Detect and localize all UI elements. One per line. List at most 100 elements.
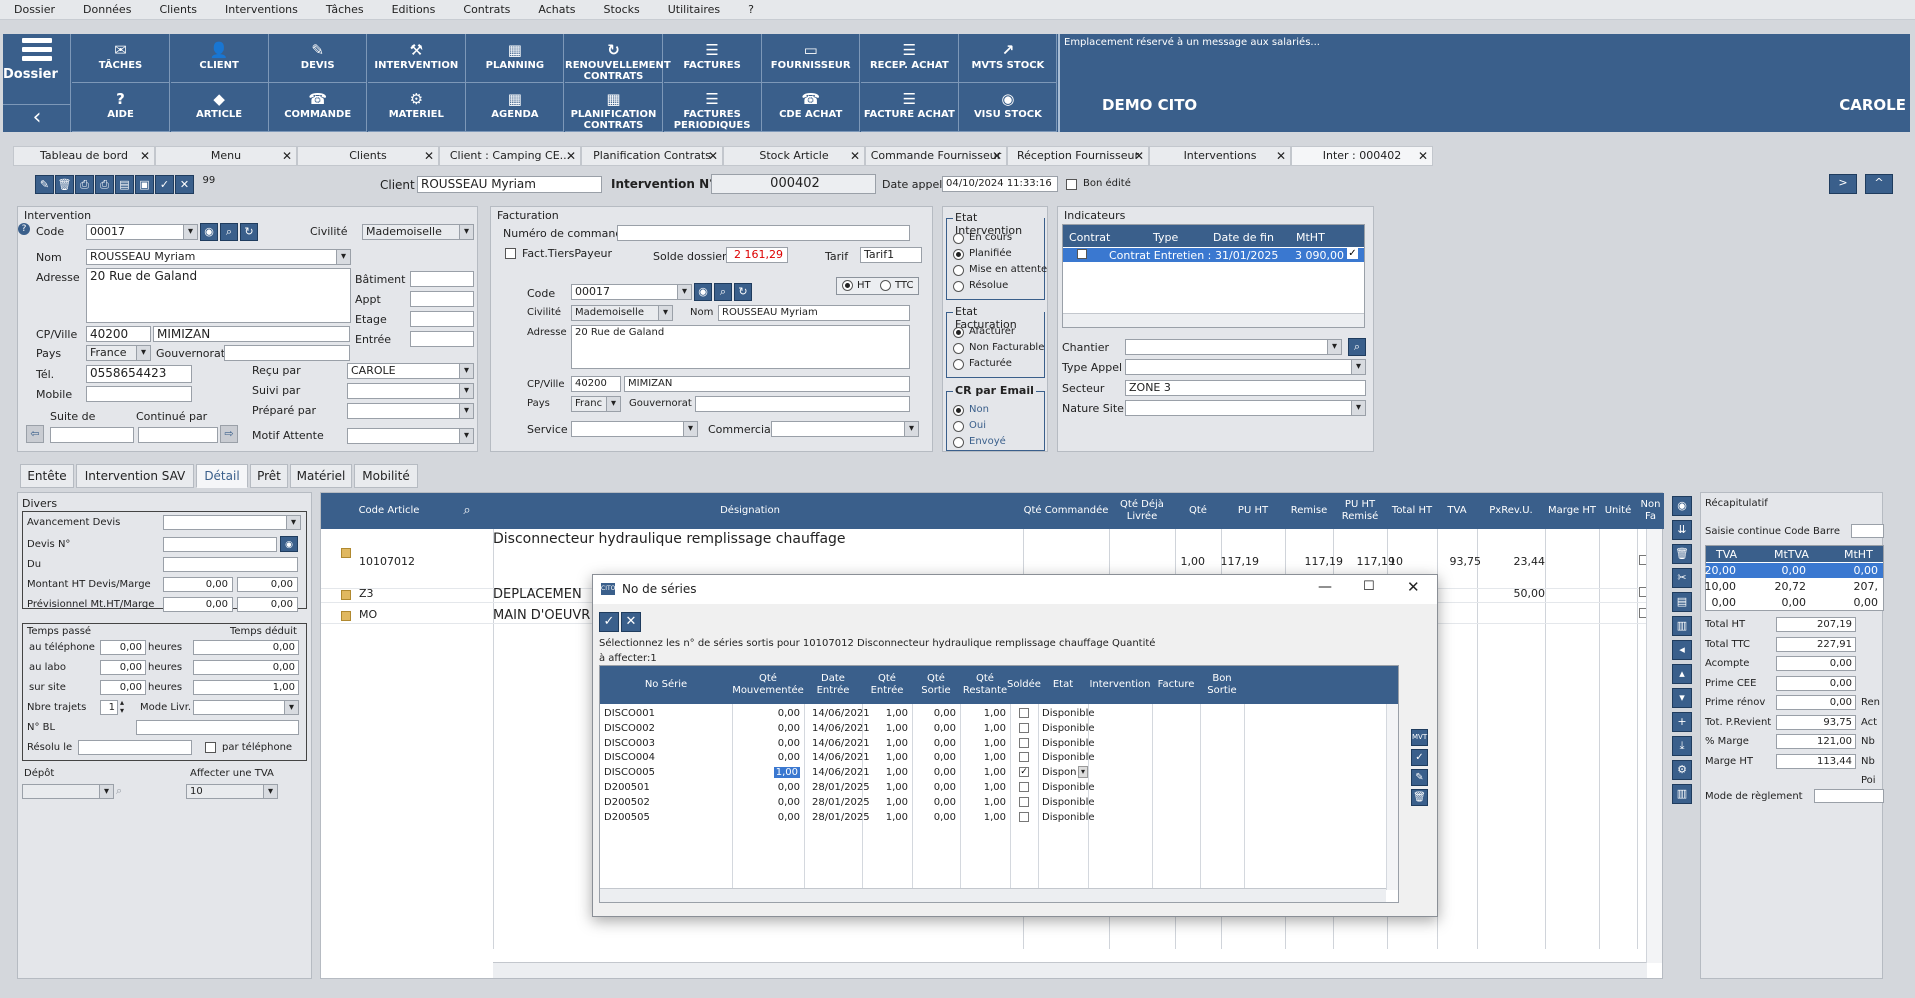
grid-cell-des[interactable]: Disconnecteur hydraulique remplissage ch… <box>493 531 846 547</box>
prev-link-icon[interactable]: ⇦ <box>26 425 44 443</box>
avancement-select[interactable] <box>163 515 301 530</box>
trajets-field[interactable]: 1 <box>100 700 118 715</box>
tab-close-icon[interactable]: ✕ <box>708 147 718 165</box>
adresse-field[interactable]: 20 Rue de Galand <box>86 268 351 323</box>
num-commande-field[interactable] <box>617 225 910 241</box>
soldee-checkbox[interactable] <box>1019 708 1029 718</box>
grid-col-code-article[interactable]: Code Article <box>321 493 457 529</box>
edit-icon[interactable]: ✎ <box>35 175 54 194</box>
cr_email-envoye-radio[interactable] <box>953 437 964 448</box>
grid-vscroll[interactable] <box>1646 529 1662 963</box>
ribbon-materiel-button[interactable]: ⚙ MATERIEL <box>367 83 466 132</box>
par-telephone-checkbox[interactable] <box>205 742 216 753</box>
fact-pays-select[interactable]: Franc <box>571 396 621 412</box>
soldee-checkbox[interactable] <box>1019 737 1029 748</box>
ribbon-cde-achat-button[interactable]: ☎ CDE ACHAT <box>762 83 861 132</box>
serial-col-facture[interactable]: Facture <box>1152 666 1200 704</box>
ribbon-article-button[interactable]: ◆ ARTICLE <box>170 83 269 132</box>
secteur-field[interactable]: ZONE 3 <box>1125 380 1366 396</box>
suivi-par-select[interactable] <box>347 383 474 399</box>
dialog-edit-icon[interactable]: ✎ <box>1411 769 1428 786</box>
batiment-field[interactable] <box>410 271 474 287</box>
recap-tva-row[interactable]: 0,00 0,00 0,00 <box>1706 595 1883 610</box>
print-preview-icon[interactable]: ⎙ <box>95 175 114 194</box>
nom-field[interactable]: ROUSSEAU Myriam <box>86 249 351 265</box>
montant-field[interactable]: 0,00 <box>163 577 233 592</box>
menu-clients[interactable]: Clients <box>145 0 211 16</box>
maximize-icon[interactable]: ☐ <box>1363 579 1375 594</box>
copy-icon[interactable]: ▤ <box>115 175 134 194</box>
telephone-passe-field[interactable]: 0,00 <box>100 640 146 655</box>
move-left-icon[interactable]: ◂ <box>1672 640 1692 660</box>
fact-refresh-icon[interactable]: ↻ <box>734 283 752 301</box>
fact-adresse-field[interactable]: 20 Rue de Galand <box>571 325 910 369</box>
recap-col-tva[interactable]: TVA <box>1716 548 1737 561</box>
ribbon-planification-contrats-button[interactable]: ▦ PLANIFICATION CONTRATS <box>565 83 663 132</box>
dialog-validate-icon[interactable]: ✓ <box>599 612 619 632</box>
du-field[interactable] <box>163 557 298 572</box>
grid-col-total-ht[interactable]: Total HT <box>1387 493 1437 529</box>
grid-cell-des[interactable]: MAIN D'OEUVR <box>493 608 590 623</box>
tab-close-icon[interactable]: ✕ <box>1418 147 1428 165</box>
soldee-checkbox[interactable] <box>1019 811 1029 822</box>
appt-field[interactable] <box>410 291 474 307</box>
row-checkbox[interactable] <box>1077 249 1087 259</box>
serial-col-qte-restante[interactable]: Qté Restante <box>960 666 1010 704</box>
civilite-select[interactable]: Mademoiselle <box>362 224 474 240</box>
soldee-checkbox[interactable] <box>1019 782 1029 792</box>
dialog-trash-icon[interactable]: 🗑 <box>1411 789 1428 806</box>
tab-close-icon[interactable]: ✕ <box>1276 147 1286 165</box>
cr_email-oui-radio[interactable] <box>953 421 964 432</box>
recap-col-mtht[interactable]: MtHT <box>1844 548 1873 561</box>
grid-col-non-fa[interactable]: Non Fa <box>1637 493 1664 529</box>
site-deduit-field[interactable]: 1,00 <box>193 680 299 695</box>
grid-col-marge-ht[interactable]: Marge HT <box>1545 493 1599 529</box>
fact-ville-field[interactable]: MIMIZAN <box>624 376 910 392</box>
col-contrat[interactable]: Contrat <box>1069 231 1110 244</box>
qte-mouvementee[interactable]: 0,00 <box>778 812 800 823</box>
copy-row-icon[interactable]: ▤ <box>1672 592 1692 612</box>
tab-tableau-de-bord[interactable]: Tableau de bord ✕ <box>13 146 155 166</box>
grid-col-remise[interactable]: Remise <box>1285 493 1333 529</box>
ribbon-visu-stock-button[interactable]: ◉ VISU STOCK <box>959 83 1058 132</box>
grid-cell-tva[interactable]: 10 <box>1389 555 1403 568</box>
barcode-icon[interactable]: ▥ <box>1672 784 1692 804</box>
grid-col-pu-ht[interactable]: PU HT <box>1221 493 1285 529</box>
qte-mouvementee[interactable]: 0,00 <box>778 738 800 749</box>
ribbon-factures-button[interactable]: ☰ FACTURES <box>663 34 762 83</box>
fact-cp-field[interactable]: 40200 <box>571 376 621 392</box>
ribbon-client-button[interactable]: 👤 CLIENT <box>170 34 269 83</box>
chantier-select[interactable] <box>1125 339 1342 355</box>
subtab-detail[interactable]: Détail <box>196 464 248 488</box>
menu-taches[interactable]: Tâches <box>312 0 378 16</box>
ribbon-renouvellement-contrats-button[interactable]: ↻ RENOUVELLEMENT CONTRATS <box>565 34 671 83</box>
etat_inter-mise-en-attente-radio[interactable] <box>953 265 964 276</box>
menu-donnees[interactable]: Données <box>69 0 145 16</box>
ribbon-agenda-button[interactable]: ▦ AGENDA <box>466 83 565 132</box>
grid-cell-des[interactable]: DEPLACEMEN <box>493 587 582 602</box>
service-select[interactable] <box>571 421 698 437</box>
ribbon-aide-button[interactable]: ? AIDE <box>72 83 170 132</box>
chantier-search-icon[interactable]: ⌕ <box>1348 338 1366 356</box>
menu-help[interactable]: ? <box>734 0 768 16</box>
etat_inter-en-cours-radio[interactable] <box>953 233 964 244</box>
labo-passe-field[interactable]: 0,00 <box>100 660 146 675</box>
menu-interventions[interactable]: Interventions <box>211 0 312 16</box>
etat_fact-facturee-radio[interactable] <box>953 359 964 370</box>
fact-gouvernorat-field[interactable] <box>695 396 910 412</box>
row-check-icon[interactable]: ✓ <box>1347 248 1358 259</box>
code-field[interactable]: 00017 <box>86 224 198 240</box>
grid-col-unite[interactable]: Unité <box>1599 493 1637 529</box>
recap-col-mttva[interactable]: MtTVA <box>1774 548 1809 561</box>
next-arrow-icon[interactable]: > <box>1829 174 1857 194</box>
suite-de-field[interactable] <box>50 427 134 443</box>
grid-col-tva[interactable]: TVA <box>1437 493 1477 529</box>
cut-icon[interactable]: ✂ <box>1672 568 1692 588</box>
grid-col-qte-commandee[interactable]: Qté Commandée <box>1023 493 1109 529</box>
move-up-icon[interactable]: ▴ <box>1672 664 1692 684</box>
tel-field[interactable]: 0558654423 <box>86 365 192 383</box>
qte-mouvementee[interactable]: 0,00 <box>778 797 800 808</box>
soldee-checkbox[interactable] <box>1019 722 1029 733</box>
prev-marge-field[interactable]: 0,00 <box>237 597 298 612</box>
grid-col-pxrev-u[interactable]: PxRev.U. <box>1477 493 1545 529</box>
